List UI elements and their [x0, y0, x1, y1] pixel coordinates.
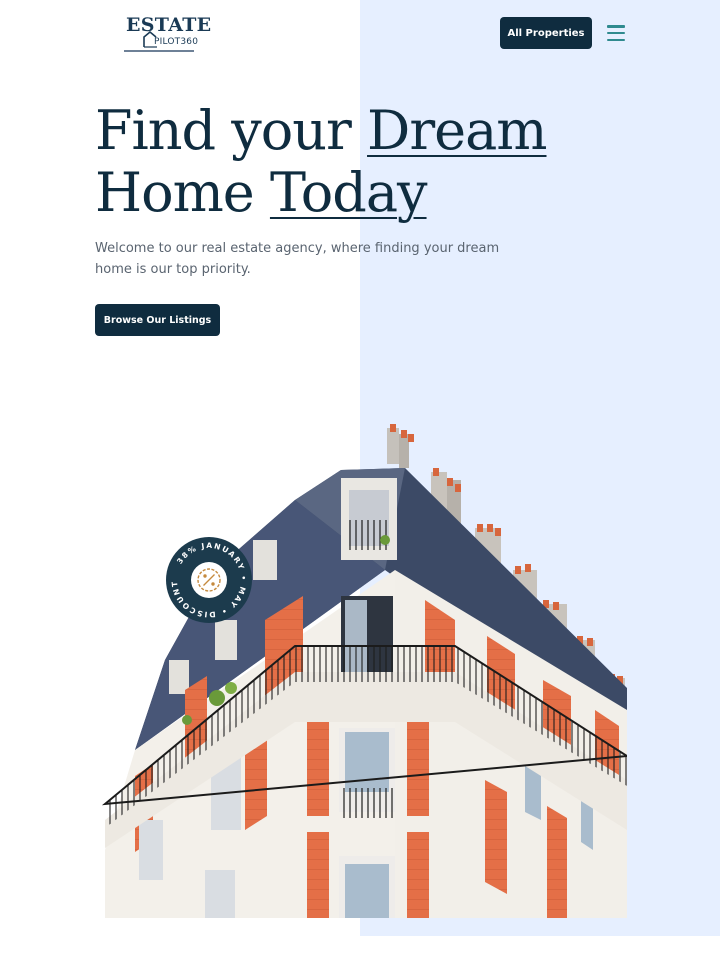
- headline-text-3: Home: [95, 161, 270, 224]
- building-illustration: [101, 424, 627, 918]
- all-properties-button[interactable]: All Properties: [500, 17, 592, 49]
- hamburger-menu-icon[interactable]: [607, 25, 625, 41]
- discount-badge: 38% JANUARY • MAY • DISCOUNT •: [165, 536, 252, 623]
- headline-text-today: Today: [269, 161, 428, 224]
- site-logo[interactable]: ESTATE PILOT360: [122, 12, 211, 56]
- headline-text-1: Find your: [95, 99, 368, 162]
- headline-text-dream: Dream: [367, 99, 547, 162]
- hero-subtitle: Welcome to our real estate agency, where…: [95, 241, 500, 277]
- logo-text-pilot: PILOT360: [154, 37, 199, 47]
- hero-headline: Find your Dream Home Today: [95, 99, 548, 224]
- browse-listings-button[interactable]: Browse Our Listings: [95, 304, 220, 336]
- logo-underline: [124, 50, 194, 52]
- logo-text-estate: ESTATE: [126, 14, 212, 36]
